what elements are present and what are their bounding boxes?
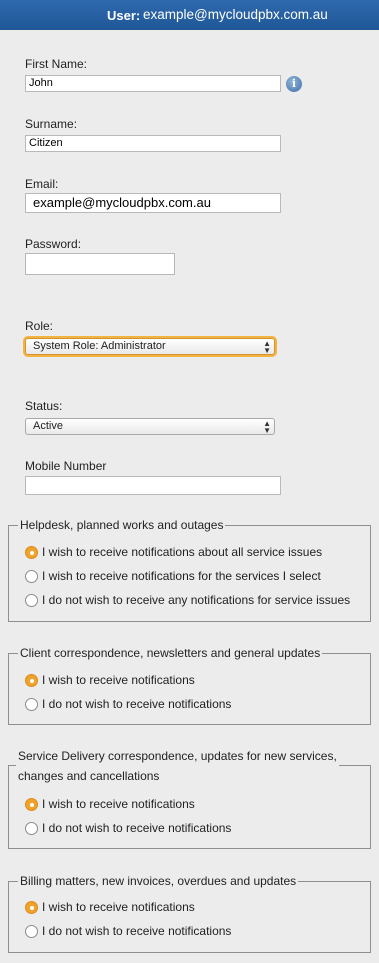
first-name-label: First Name: bbox=[25, 57, 88, 71]
password-input[interactable] bbox=[25, 253, 175, 275]
mobile-label: Mobile Number bbox=[25, 459, 107, 473]
radio-label: I do not wish to receive notifications bbox=[42, 821, 232, 835]
billing-fieldset bbox=[8, 881, 371, 953]
billing-legend: Billing matters, new invoices, overdues … bbox=[18, 871, 299, 891]
radio-button[interactable] bbox=[25, 925, 38, 938]
radio-button[interactable] bbox=[25, 698, 38, 711]
helpdesk-legend: Helpdesk, planned works and outages bbox=[18, 515, 226, 535]
email-label: Email: bbox=[25, 177, 59, 191]
radio-button[interactable] bbox=[25, 822, 38, 835]
radio-label: I wish to receive notifications bbox=[42, 673, 195, 687]
radio-label: I wish to receive notifications about al… bbox=[42, 545, 323, 559]
service-legend-line2: changes and cancellations bbox=[18, 769, 160, 783]
radio-label: I do not wish to receive notifications bbox=[42, 697, 232, 711]
role-label: Role: bbox=[25, 319, 54, 333]
info-icon[interactable]: i bbox=[286, 76, 302, 92]
radio-button-checked[interactable] bbox=[25, 674, 38, 687]
password-label: Password: bbox=[25, 237, 82, 251]
email-input[interactable]: example@mycloudpbx.com.au bbox=[25, 193, 281, 213]
radio-button[interactable] bbox=[25, 594, 38, 607]
header-bar: User: example@mycloudpbx.com.au bbox=[0, 0, 379, 30]
radio-label: I wish to receive notifications bbox=[42, 797, 195, 811]
mobile-input[interactable] bbox=[25, 476, 281, 495]
surname-label: Surname: bbox=[25, 117, 78, 131]
first-name-input[interactable]: John bbox=[25, 75, 281, 92]
radio-button-checked[interactable] bbox=[25, 798, 38, 811]
radio-button-checked[interactable] bbox=[25, 546, 38, 559]
user-label: User: bbox=[107, 8, 141, 23]
status-label: Status: bbox=[25, 399, 63, 413]
radio-label: I wish to receive notifications bbox=[42, 900, 195, 914]
user-email: example@mycloudpbx.com.au bbox=[143, 7, 328, 22]
radio-button-checked[interactable] bbox=[25, 901, 38, 914]
status-select-value: Active bbox=[33, 420, 63, 432]
service-legend: Service Delivery correspondence, updates… bbox=[16, 746, 339, 786]
radio-label: I wish to receive notifications for the … bbox=[42, 569, 321, 583]
role-select[interactable]: System Role: Administrator ▲ ▼ bbox=[25, 338, 275, 355]
client-fieldset bbox=[8, 653, 371, 725]
status-select[interactable]: Active ▲ ▼ bbox=[25, 418, 275, 435]
select-arrows-icon: ▲ ▼ bbox=[263, 339, 271, 355]
role-select-value: System Role: Administrator bbox=[33, 340, 166, 352]
service-legend-line1: Service Delivery correspondence, updates… bbox=[18, 749, 337, 763]
select-arrows-icon: ▲ ▼ bbox=[263, 419, 271, 435]
radio-label: I do not wish to receive notifications bbox=[42, 924, 232, 938]
radio-button[interactable] bbox=[25, 570, 38, 583]
radio-label: I do not wish to receive any notificatio… bbox=[42, 593, 351, 607]
client-legend: Client correspondence, newsletters and g… bbox=[18, 643, 323, 663]
surname-input[interactable]: Citizen bbox=[25, 135, 281, 152]
